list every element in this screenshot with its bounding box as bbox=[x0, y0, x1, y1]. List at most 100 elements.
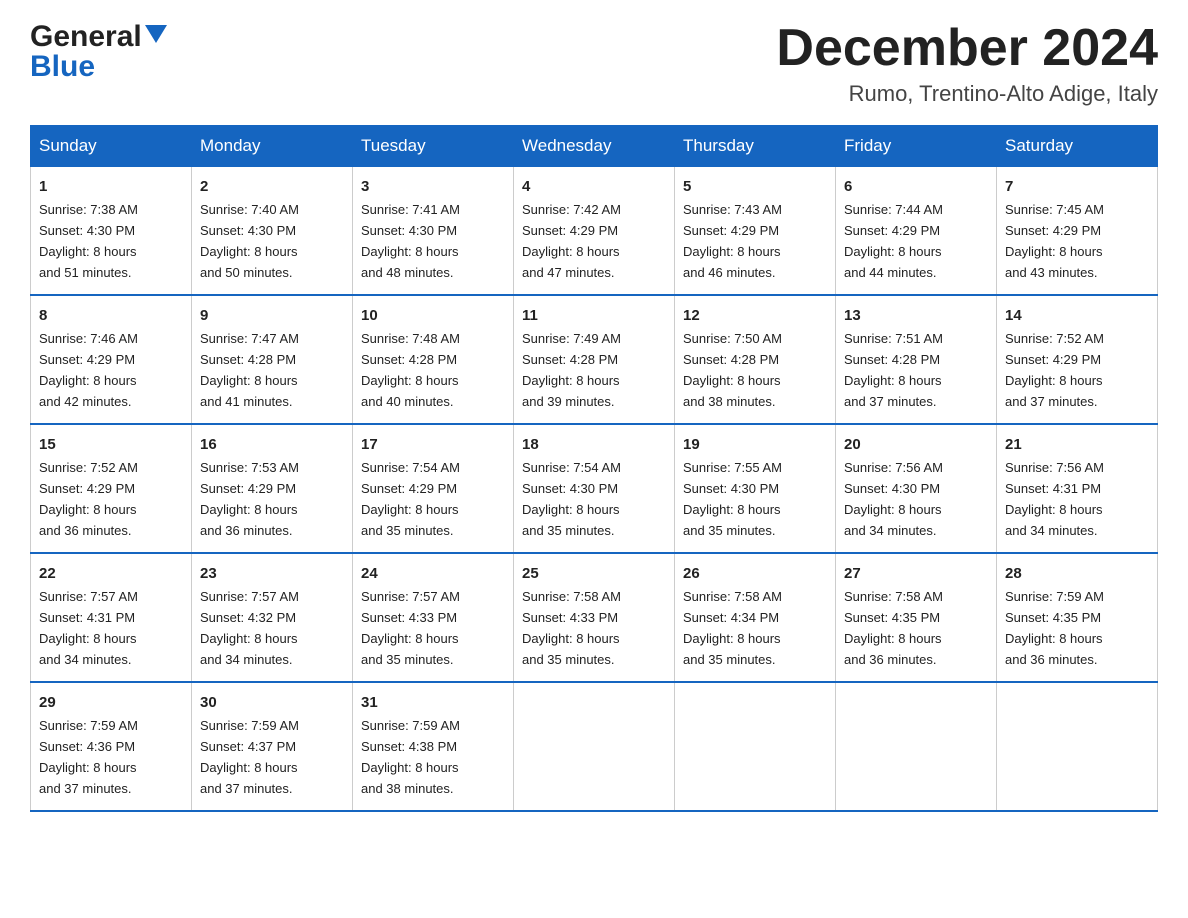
day-number: 20 bbox=[844, 433, 988, 456]
calendar-cell: 15 Sunrise: 7:52 AMSunset: 4:29 PMDayligh… bbox=[31, 424, 192, 553]
calendar-cell: 18Sunrise: 7:54 AMSunset: 4:30 PMDayligh… bbox=[514, 424, 675, 553]
day-info: Sunrise: 7:48 AMSunset: 4:28 PMDaylight:… bbox=[361, 331, 460, 409]
calendar-cell: 9Sunrise: 7:47 AMSunset: 4:28 PMDaylight… bbox=[192, 295, 353, 424]
calendar-cell: 11Sunrise: 7:49 AMSunset: 4:28 PMDayligh… bbox=[514, 295, 675, 424]
page-header: General Blue December 2024 Rumo, Trentin… bbox=[30, 20, 1158, 107]
day-number: 1 bbox=[39, 175, 183, 198]
calendar-cell bbox=[997, 682, 1158, 811]
day-number: 19 bbox=[683, 433, 827, 456]
day-info: Sunrise: 7:49 AMSunset: 4:28 PMDaylight:… bbox=[522, 331, 621, 409]
day-info: Sunrise: 7:57 AMSunset: 4:33 PMDaylight:… bbox=[361, 589, 460, 667]
day-info: Sunrise: 7:58 AMSunset: 4:33 PMDaylight:… bbox=[522, 589, 621, 667]
calendar-cell: 17 Sunrise: 7:54 AMSunset: 4:29 PMDayligh… bbox=[353, 424, 514, 553]
day-number: 7 bbox=[1005, 175, 1149, 198]
calendar-cell: 20 Sunrise: 7:56 AMSunset: 4:30 PMDayligh… bbox=[836, 424, 997, 553]
day-info: Sunrise: 7:46 AMSunset: 4:29 PMDaylight:… bbox=[39, 331, 138, 409]
day-number: 22 bbox=[39, 562, 183, 585]
calendar-cell: 16Sunrise: 7:53 AMSunset: 4:29 PMDayligh… bbox=[192, 424, 353, 553]
calendar-cell: 3 Sunrise: 7:41 AMSunset: 4:30 PMDaylight… bbox=[353, 167, 514, 295]
day-info: Sunrise: 7:57 AMSunset: 4:32 PMDaylight:… bbox=[200, 589, 299, 667]
location-title: Rumo, Trentino-Alto Adige, Italy bbox=[776, 81, 1158, 107]
day-info: Sunrise: 7:47 AMSunset: 4:28 PMDaylight:… bbox=[200, 331, 299, 409]
calendar-table: SundayMondayTuesdayWednesdayThursdayFrid… bbox=[30, 125, 1158, 812]
header-saturday: Saturday bbox=[997, 126, 1158, 167]
calendar-cell: 25 Sunrise: 7:58 AMSunset: 4:33 PMDayligh… bbox=[514, 553, 675, 682]
calendar-cell: 23 Sunrise: 7:57 AMSunset: 4:32 PMDayligh… bbox=[192, 553, 353, 682]
calendar-cell: 2 Sunrise: 7:40 AMSunset: 4:30 PMDaylight… bbox=[192, 167, 353, 295]
day-info: Sunrise: 7:57 AMSunset: 4:31 PMDaylight:… bbox=[39, 589, 138, 667]
calendar-cell: 24Sunrise: 7:57 AMSunset: 4:33 PMDayligh… bbox=[353, 553, 514, 682]
calendar-cell: 12 Sunrise: 7:50 AMSunset: 4:28 PMDayligh… bbox=[675, 295, 836, 424]
day-number: 27 bbox=[844, 562, 988, 585]
day-info: Sunrise: 7:45 AMSunset: 4:29 PMDaylight:… bbox=[1005, 202, 1104, 280]
calendar-cell: 6 Sunrise: 7:44 AMSunset: 4:29 PMDaylight… bbox=[836, 167, 997, 295]
calendar-week-row: 22 Sunrise: 7:57 AMSunset: 4:31 PMDayligh… bbox=[31, 553, 1158, 682]
day-number: 3 bbox=[361, 175, 505, 198]
title-block: December 2024 Rumo, Trentino-Alto Adige,… bbox=[776, 20, 1158, 107]
day-number: 29 bbox=[39, 691, 183, 714]
calendar-cell: 7 Sunrise: 7:45 AMSunset: 4:29 PMDaylight… bbox=[997, 167, 1158, 295]
calendar-cell: 10Sunrise: 7:48 AMSunset: 4:28 PMDayligh… bbox=[353, 295, 514, 424]
calendar-cell: 28 Sunrise: 7:59 AMSunset: 4:35 PMDayligh… bbox=[997, 553, 1158, 682]
calendar-cell bbox=[514, 682, 675, 811]
day-number: 26 bbox=[683, 562, 827, 585]
header-thursday: Thursday bbox=[675, 126, 836, 167]
day-info: Sunrise: 7:42 AMSunset: 4:29 PMDaylight:… bbox=[522, 202, 621, 280]
calendar-cell bbox=[675, 682, 836, 811]
day-number: 21 bbox=[1005, 433, 1149, 456]
day-info: Sunrise: 7:59 AMSunset: 4:35 PMDaylight:… bbox=[1005, 589, 1104, 667]
calendar-cell: 30 Sunrise: 7:59 AMSunset: 4:37 PMDayligh… bbox=[192, 682, 353, 811]
day-info: Sunrise: 7:38 AMSunset: 4:30 PMDaylight:… bbox=[39, 202, 138, 280]
day-number: 18 bbox=[522, 433, 666, 456]
day-number: 12 bbox=[683, 304, 827, 327]
day-info: Sunrise: 7:56 AMSunset: 4:30 PMDaylight:… bbox=[844, 460, 943, 538]
calendar-week-row: 1 Sunrise: 7:38 AMSunset: 4:30 PMDaylight… bbox=[31, 167, 1158, 295]
day-info: Sunrise: 7:51 AMSunset: 4:28 PMDaylight:… bbox=[844, 331, 943, 409]
logo-arrow-icon bbox=[145, 25, 167, 45]
day-info: Sunrise: 7:58 AMSunset: 4:35 PMDaylight:… bbox=[844, 589, 943, 667]
day-number: 6 bbox=[844, 175, 988, 198]
day-info: Sunrise: 7:44 AMSunset: 4:29 PMDaylight:… bbox=[844, 202, 943, 280]
calendar-cell: 1 Sunrise: 7:38 AMSunset: 4:30 PMDaylight… bbox=[31, 167, 192, 295]
calendar-cell: 29Sunrise: 7:59 AMSunset: 4:36 PMDayligh… bbox=[31, 682, 192, 811]
calendar-week-row: 29Sunrise: 7:59 AMSunset: 4:36 PMDayligh… bbox=[31, 682, 1158, 811]
month-title: December 2024 bbox=[776, 20, 1158, 77]
logo-general-text: General bbox=[30, 20, 142, 54]
day-number: 23 bbox=[200, 562, 344, 585]
day-number: 14 bbox=[1005, 304, 1149, 327]
calendar-cell: 21 Sunrise: 7:56 AMSunset: 4:31 PMDayligh… bbox=[997, 424, 1158, 553]
day-info: Sunrise: 7:40 AMSunset: 4:30 PMDaylight:… bbox=[200, 202, 299, 280]
calendar-header-row: SundayMondayTuesdayWednesdayThursdayFrid… bbox=[31, 126, 1158, 167]
day-number: 5 bbox=[683, 175, 827, 198]
calendar-week-row: 15 Sunrise: 7:52 AMSunset: 4:29 PMDayligh… bbox=[31, 424, 1158, 553]
day-number: 30 bbox=[200, 691, 344, 714]
header-monday: Monday bbox=[192, 126, 353, 167]
day-info: Sunrise: 7:52 AMSunset: 4:29 PMDaylight:… bbox=[39, 460, 138, 538]
day-number: 13 bbox=[844, 304, 988, 327]
day-number: 2 bbox=[200, 175, 344, 198]
calendar-cell: 26 Sunrise: 7:58 AMSunset: 4:34 PMDayligh… bbox=[675, 553, 836, 682]
calendar-week-row: 8 Sunrise: 7:46 AMSunset: 4:29 PMDaylight… bbox=[31, 295, 1158, 424]
calendar-cell: 8 Sunrise: 7:46 AMSunset: 4:29 PMDaylight… bbox=[31, 295, 192, 424]
day-number: 17 bbox=[361, 433, 505, 456]
day-info: Sunrise: 7:54 AMSunset: 4:29 PMDaylight:… bbox=[361, 460, 460, 538]
header-friday: Friday bbox=[836, 126, 997, 167]
calendar-cell: 13 Sunrise: 7:51 AMSunset: 4:28 PMDayligh… bbox=[836, 295, 997, 424]
calendar-cell: 14Sunrise: 7:52 AMSunset: 4:29 PMDayligh… bbox=[997, 295, 1158, 424]
logo-blue-text: Blue bbox=[30, 50, 167, 84]
day-info: Sunrise: 7:56 AMSunset: 4:31 PMDaylight:… bbox=[1005, 460, 1104, 538]
day-info: Sunrise: 7:59 AMSunset: 4:37 PMDaylight:… bbox=[200, 718, 299, 796]
day-number: 15 bbox=[39, 433, 183, 456]
day-info: Sunrise: 7:55 AMSunset: 4:30 PMDaylight:… bbox=[683, 460, 782, 538]
day-number: 28 bbox=[1005, 562, 1149, 585]
day-number: 25 bbox=[522, 562, 666, 585]
header-tuesday: Tuesday bbox=[353, 126, 514, 167]
day-info: Sunrise: 7:41 AMSunset: 4:30 PMDaylight:… bbox=[361, 202, 460, 280]
calendar-cell: 19 Sunrise: 7:55 AMSunset: 4:30 PMDayligh… bbox=[675, 424, 836, 553]
day-info: Sunrise: 7:58 AMSunset: 4:34 PMDaylight:… bbox=[683, 589, 782, 667]
day-number: 31 bbox=[361, 691, 505, 714]
day-number: 8 bbox=[39, 304, 183, 327]
day-info: Sunrise: 7:50 AMSunset: 4:28 PMDaylight:… bbox=[683, 331, 782, 409]
calendar-cell: 27 Sunrise: 7:58 AMSunset: 4:35 PMDayligh… bbox=[836, 553, 997, 682]
day-info: Sunrise: 7:43 AMSunset: 4:29 PMDaylight:… bbox=[683, 202, 782, 280]
